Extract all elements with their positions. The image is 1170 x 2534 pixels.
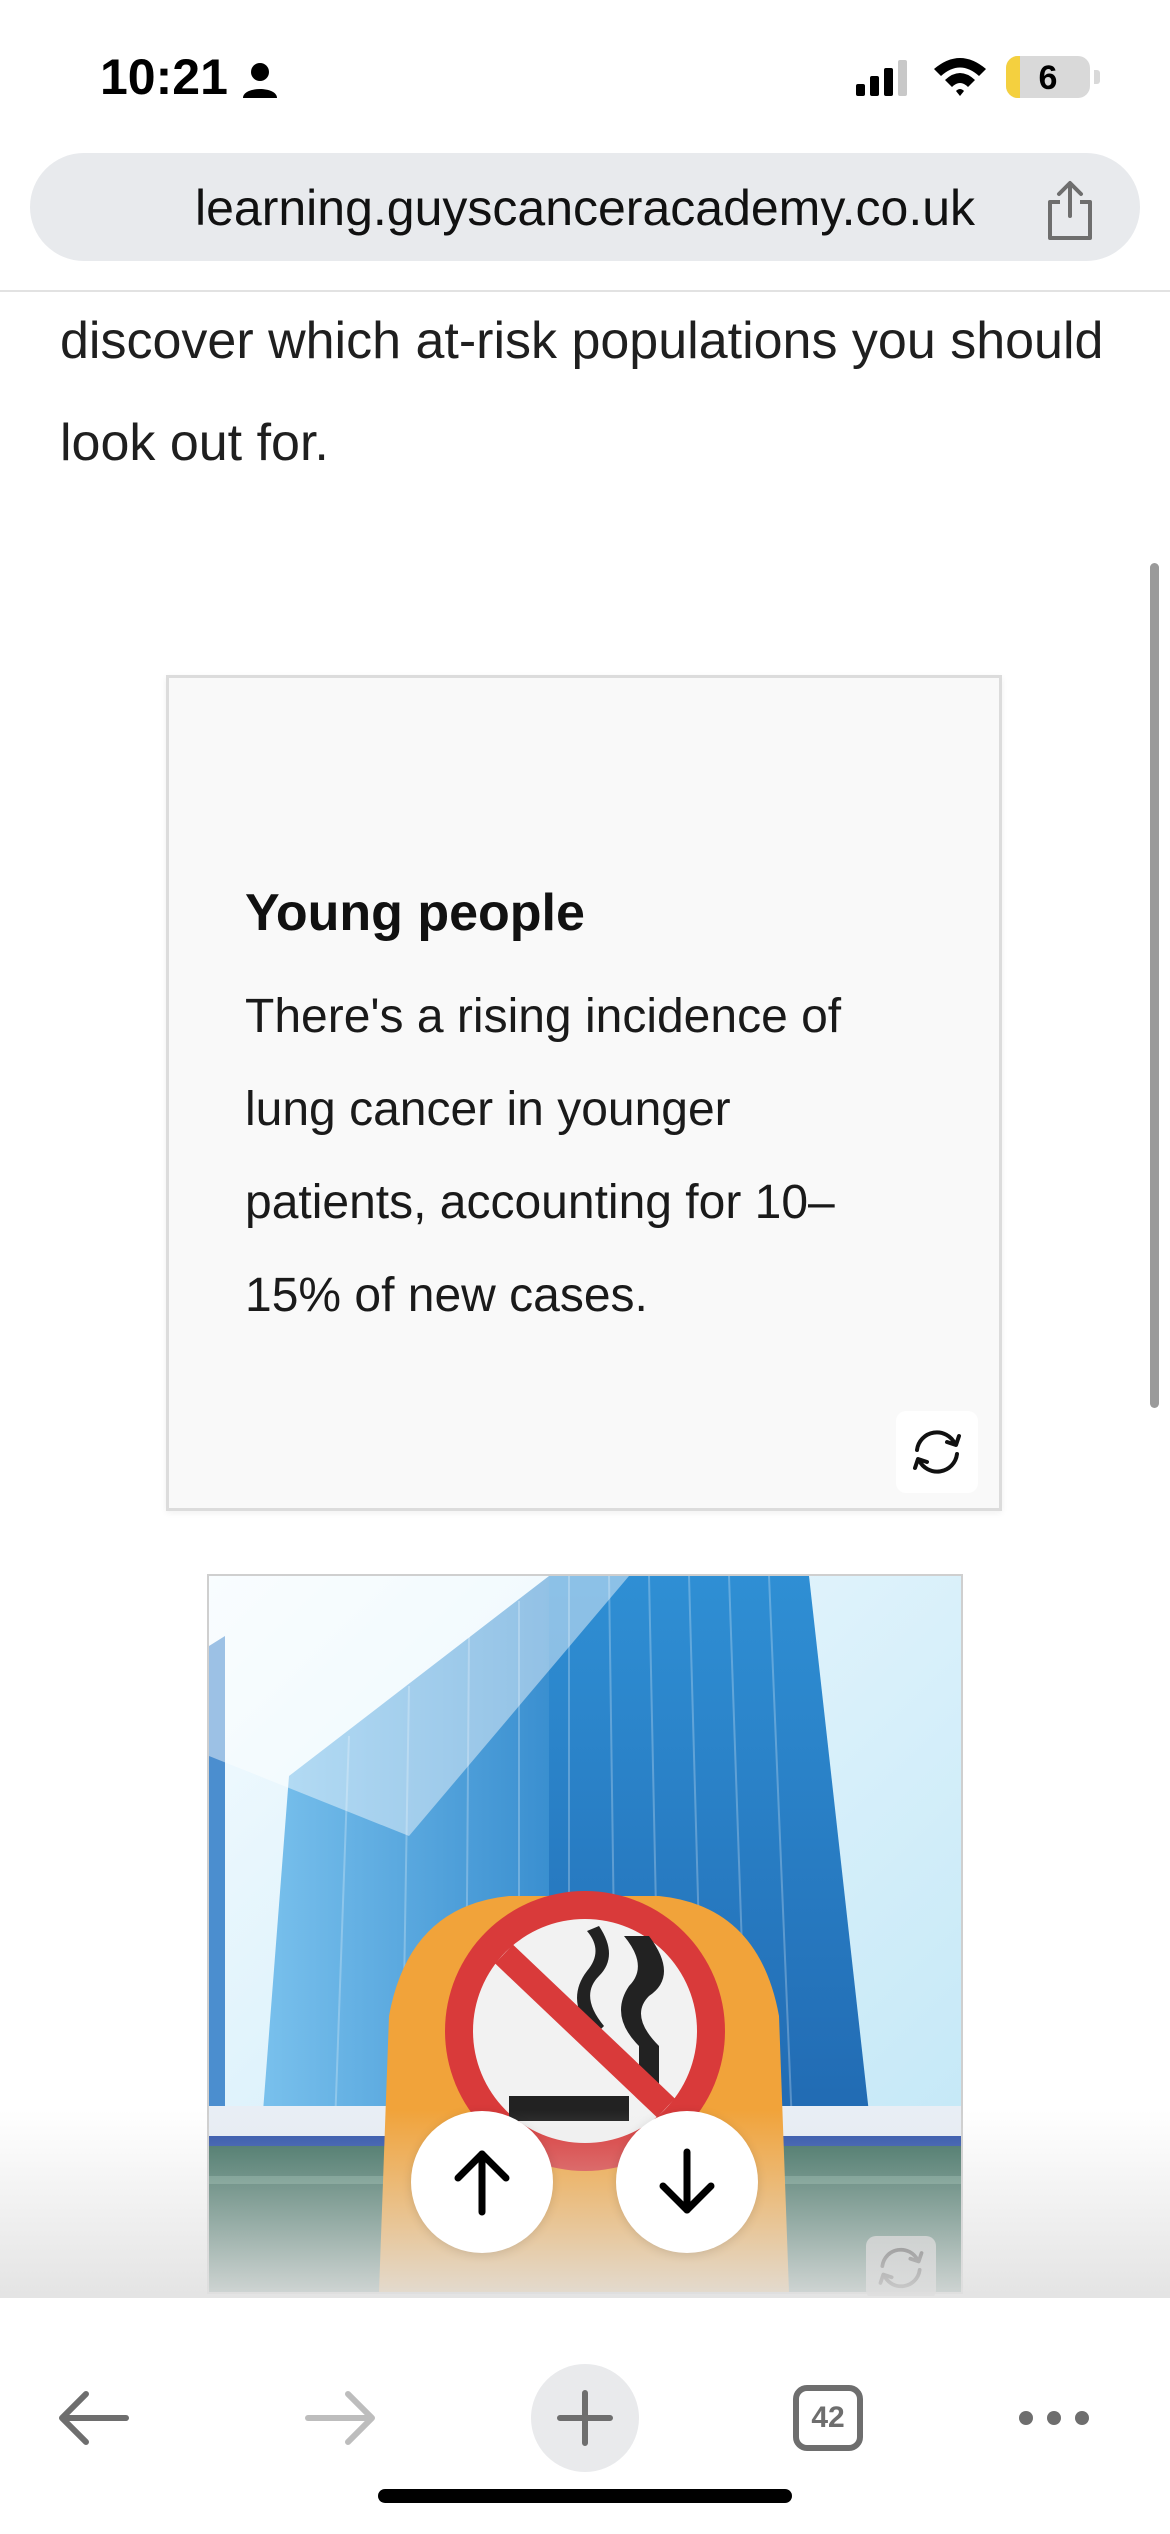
battery-level: 6 [1038, 59, 1058, 97]
bottom-fade [0, 2110, 1170, 2296]
arrow-up-icon [454, 2150, 510, 2216]
share-icon[interactable] [1040, 178, 1100, 242]
scroll-down-button[interactable] [616, 2111, 758, 2253]
status-time: 10:21 [100, 49, 228, 105]
person-icon [243, 63, 277, 98]
url-text[interactable]: learning.guyscanceracademy.co.uk [30, 179, 1140, 237]
more-icon [1019, 2411, 1089, 2425]
card-title: Young people [245, 884, 585, 942]
back-arrow-icon [59, 2391, 129, 2445]
plus-icon [557, 2390, 613, 2446]
new-tab-button[interactable] [531, 2364, 639, 2472]
scroll-up-button[interactable] [411, 2111, 553, 2253]
battery-tip [1094, 70, 1100, 84]
flip-icon [913, 1430, 961, 1474]
flip-card-button[interactable] [896, 1411, 978, 1493]
signal-icon [856, 60, 907, 96]
forward-button[interactable] [302, 2386, 378, 2450]
address-bar[interactable]: learning.guyscanceracademy.co.uk [30, 153, 1140, 261]
tabs-button[interactable]: 42 [793, 2385, 863, 2451]
home-indicator[interactable] [378, 2489, 792, 2503]
intro-paragraph: discover which at-risk populations you s… [60, 312, 1104, 472]
battery-indicator: 6 [1006, 56, 1090, 98]
more-button[interactable] [1018, 2408, 1090, 2428]
flip-card[interactable]: Young people There's a rising incidence … [166, 675, 1002, 1511]
forward-arrow-icon [305, 2391, 375, 2445]
back-button[interactable] [56, 2386, 132, 2450]
arrow-down-icon [659, 2148, 715, 2214]
card-body: There's a rising incidence of lung cance… [245, 990, 842, 1322]
status-bar: 10:21 6 [0, 0, 1170, 150]
wifi-icon [934, 58, 986, 96]
scrollbar[interactable] [1150, 563, 1159, 1408]
